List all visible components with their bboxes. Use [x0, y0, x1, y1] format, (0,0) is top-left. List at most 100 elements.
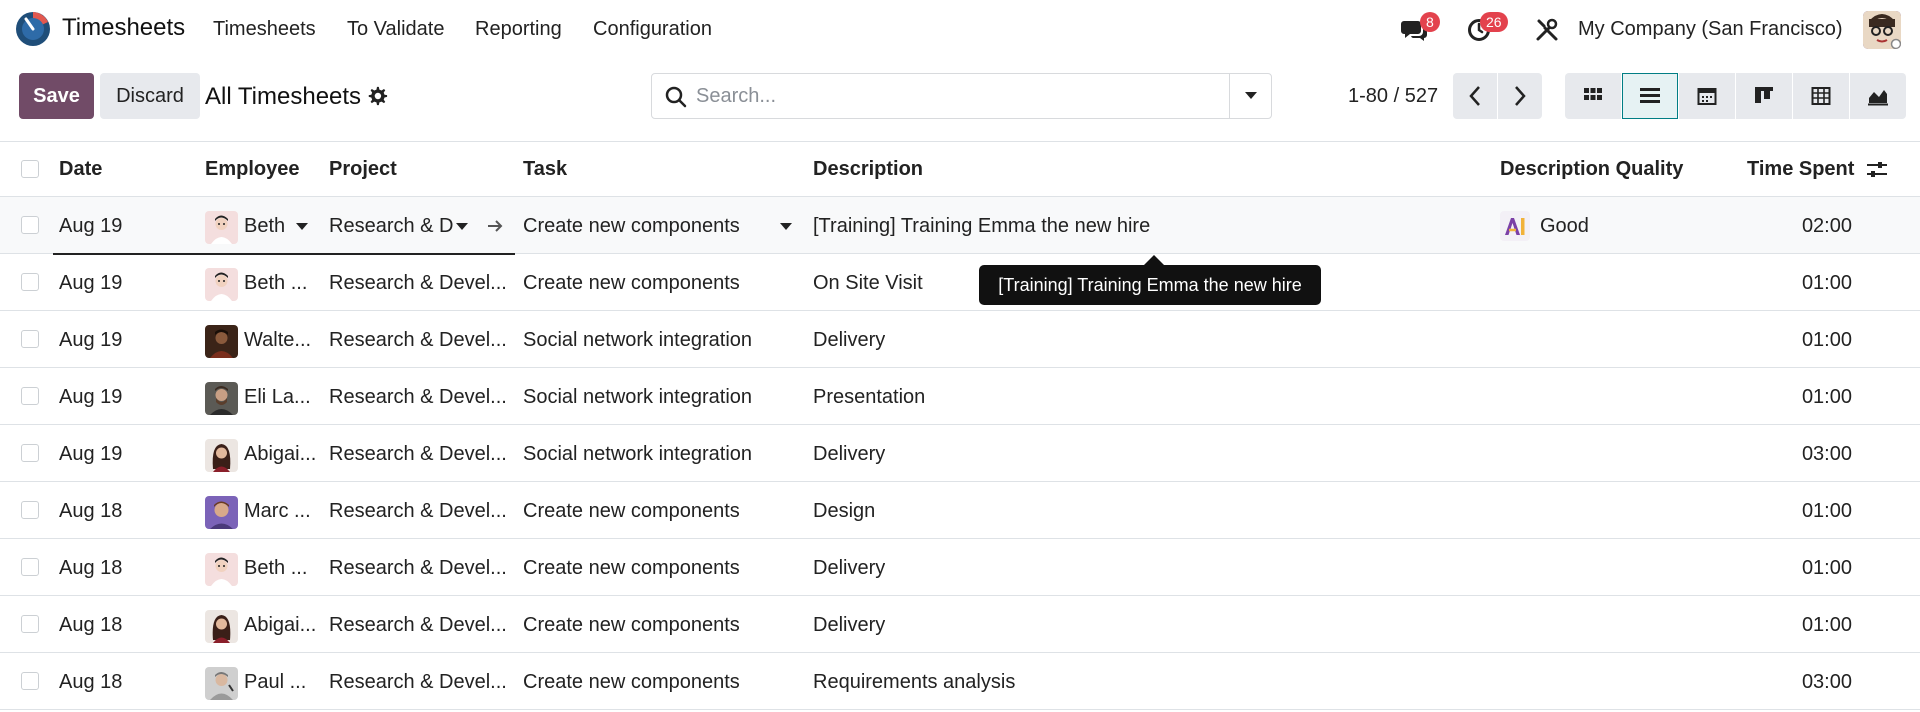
- gear-icon[interactable]: [366, 85, 388, 107]
- header-task[interactable]: Task: [523, 158, 567, 181]
- caret-down-icon[interactable]: [296, 223, 308, 231]
- row-date[interactable]: Aug 19: [59, 215, 122, 238]
- row-project[interactable]: Research & Devel...: [329, 443, 514, 466]
- row-employee[interactable]: Beth |: [244, 215, 290, 238]
- row-checkbox[interactable]: [21, 558, 39, 576]
- row-task[interactable]: Create new components: [523, 500, 740, 523]
- row-project[interactable]: Research & Devel...: [329, 386, 514, 409]
- row-description[interactable]: Design: [813, 500, 875, 523]
- row-date[interactable]: Aug 18: [59, 557, 122, 580]
- table-row[interactable]: Aug 18 Beth ... Research & Devel... Crea…: [0, 539, 1920, 596]
- row-task[interactable]: Social network integration: [523, 329, 752, 352]
- row-checkbox[interactable]: [21, 330, 39, 348]
- row-employee[interactable]: Paul ...: [244, 671, 319, 694]
- row-project[interactable]: Research & Devel...: [329, 557, 514, 580]
- row-employee[interactable]: Abigai...: [244, 443, 319, 466]
- row-time-spent[interactable]: 02:00: [1700, 215, 1852, 238]
- row-date[interactable]: Aug 19: [59, 272, 122, 295]
- row-time-spent[interactable]: 01:00: [1700, 614, 1852, 637]
- row-project[interactable]: Research & Devel...: [329, 614, 514, 637]
- optional-columns-icon[interactable]: [1866, 160, 1888, 180]
- row-description[interactable]: On Site Visit: [813, 272, 923, 295]
- table-row[interactable]: Aug 19 Beth | Research & De Create new c…: [0, 197, 1920, 255]
- row-project[interactable]: Research & Devel...: [329, 500, 514, 523]
- discard-button[interactable]: Discard: [100, 73, 200, 119]
- row-description[interactable]: Delivery: [813, 329, 885, 352]
- row-checkbox[interactable]: [21, 615, 39, 633]
- row-date[interactable]: Aug 19: [59, 386, 122, 409]
- row-employee[interactable]: Marc ...: [244, 500, 319, 523]
- gantt-view-button[interactable]: [1736, 73, 1792, 119]
- table-row[interactable]: Aug 18 Marc ... Research & Devel... Crea…: [0, 482, 1920, 539]
- row-task[interactable]: Create new components: [523, 614, 740, 637]
- row-employee[interactable]: Eli La...: [244, 386, 319, 409]
- app-name[interactable]: Timesheets: [62, 14, 185, 42]
- row-time-spent[interactable]: 01:00: [1700, 272, 1852, 295]
- row-employee[interactable]: Walte...: [244, 329, 319, 352]
- header-description-quality[interactable]: Description Quality: [1500, 158, 1683, 181]
- list-view-button[interactable]: [1622, 73, 1678, 119]
- nav-timesheets[interactable]: Timesheets: [213, 18, 316, 41]
- row-checkbox[interactable]: [21, 273, 39, 291]
- kanban-view-button[interactable]: [1565, 73, 1621, 119]
- table-row[interactable]: Aug 19 Walte... Research & Devel... Soci…: [0, 311, 1920, 368]
- user-avatar[interactable]: [1863, 11, 1901, 49]
- row-project[interactable]: Research & Devel...: [329, 272, 514, 295]
- row-task[interactable]: Social network integration: [523, 386, 752, 409]
- nav-configuration[interactable]: Configuration: [593, 18, 712, 41]
- row-description[interactable]: Requirements analysis: [813, 671, 1015, 694]
- row-description[interactable]: Presentation: [813, 386, 925, 409]
- caret-down-icon[interactable]: [456, 223, 468, 231]
- row-date[interactable]: Aug 18: [59, 671, 122, 694]
- row-checkbox[interactable]: [21, 216, 39, 234]
- save-button[interactable]: Save: [19, 73, 94, 119]
- pager-next-button[interactable]: [1498, 73, 1542, 119]
- row-task[interactable]: Social network integration: [523, 443, 752, 466]
- row-description[interactable]: Delivery: [813, 614, 885, 637]
- row-task[interactable]: Create new components: [523, 671, 740, 694]
- nav-reporting[interactable]: Reporting: [475, 18, 562, 41]
- search-options-toggle[interactable]: [1229, 74, 1271, 118]
- row-checkbox[interactable]: [21, 387, 39, 405]
- row-employee[interactable]: Beth ...: [244, 272, 319, 295]
- graph-view-button[interactable]: [1850, 73, 1906, 119]
- caret-down-icon[interactable]: [780, 223, 792, 231]
- row-task[interactable]: Create new components: [523, 272, 740, 295]
- table-row[interactable]: Aug 19 Eli La... Research & Devel... Soc…: [0, 368, 1920, 425]
- row-employee[interactable]: Abigai...: [244, 614, 319, 637]
- row-date[interactable]: Aug 19: [59, 329, 122, 352]
- table-row[interactable]: Aug 18 Abigai... Research & Devel... Cre…: [0, 596, 1920, 653]
- table-row[interactable]: Aug 19 Abigai... Research & Devel... Soc…: [0, 425, 1920, 482]
- row-date[interactable]: Aug 18: [59, 500, 122, 523]
- row-project[interactable]: Research & Devel...: [329, 329, 514, 352]
- row-date[interactable]: Aug 18: [59, 614, 122, 637]
- row-task[interactable]: Create new components: [523, 215, 740, 238]
- row-project[interactable]: Research & De: [329, 215, 454, 238]
- pivot-view-button[interactable]: [1793, 73, 1849, 119]
- table-row[interactable]: Aug 18 Paul ... Research & Devel... Crea…: [0, 653, 1920, 710]
- row-date[interactable]: Aug 19: [59, 443, 122, 466]
- header-employee[interactable]: Employee: [205, 158, 299, 181]
- pager-previous-button[interactable]: [1453, 73, 1497, 119]
- row-description[interactable]: Delivery: [813, 557, 885, 580]
- header-project[interactable]: Project: [329, 158, 397, 181]
- row-time-spent[interactable]: 01:00: [1700, 329, 1852, 352]
- calendar-view-button[interactable]: [1679, 73, 1735, 119]
- timesheets-app-icon[interactable]: [14, 10, 52, 48]
- debug-tools-icon[interactable]: [1535, 18, 1559, 42]
- row-employee[interactable]: Beth ...: [244, 557, 319, 580]
- row-time-spent[interactable]: 01:00: [1700, 557, 1852, 580]
- header-description[interactable]: Description: [813, 158, 923, 181]
- row-time-spent[interactable]: 03:00: [1700, 443, 1852, 466]
- nav-to-validate[interactable]: To Validate: [347, 18, 444, 41]
- header-time-spent[interactable]: Time Spent: [1747, 158, 1854, 181]
- row-time-spent[interactable]: 01:00: [1700, 386, 1852, 409]
- row-checkbox[interactable]: [21, 501, 39, 519]
- row-description[interactable]: [Training] Training Emma the new hire: [813, 215, 1150, 238]
- select-all-checkbox[interactable]: [21, 160, 39, 178]
- row-description[interactable]: Delivery: [813, 443, 885, 466]
- company-switcher[interactable]: My Company (San Francisco): [1578, 18, 1843, 41]
- row-time-spent[interactable]: 01:00: [1700, 500, 1852, 523]
- row-project[interactable]: Research & Devel...: [329, 671, 514, 694]
- pager-value[interactable]: 1-80 / 527: [1348, 85, 1438, 108]
